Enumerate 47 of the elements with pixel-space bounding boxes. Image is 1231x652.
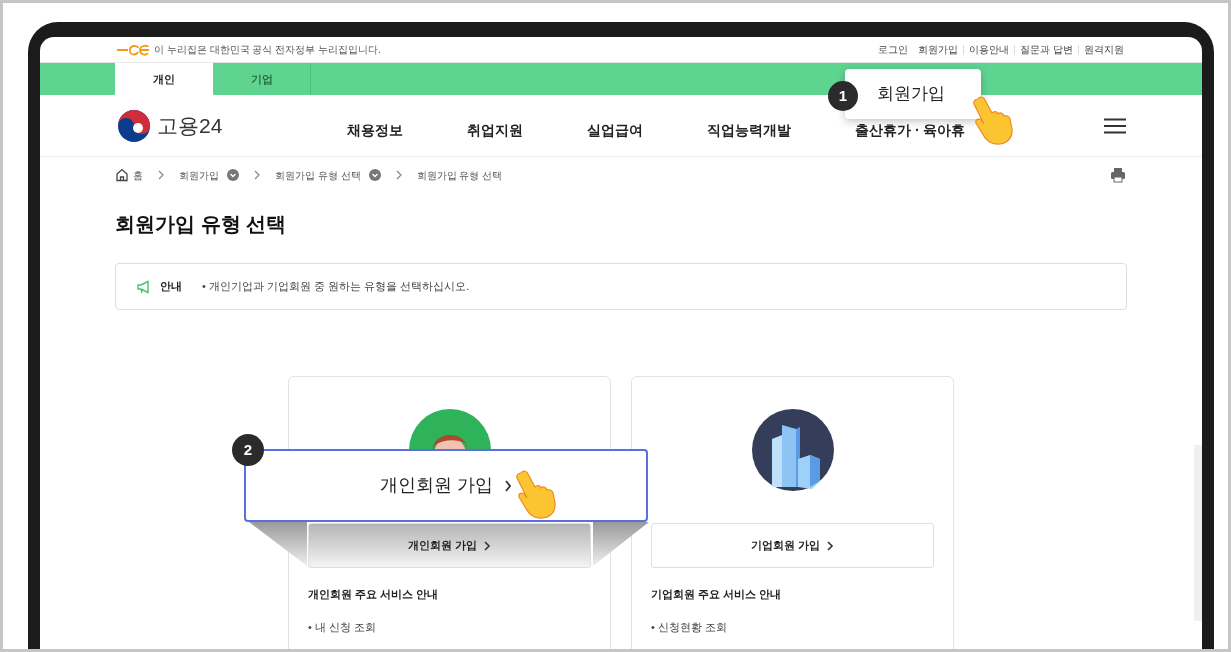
dropdown-icon[interactable] bbox=[368, 169, 381, 181]
pointing-hand-icon bbox=[513, 469, 557, 519]
nav-link[interactable]: 직업능력개발 bbox=[707, 120, 791, 141]
breadcrumb-link[interactable]: 회원가입 bbox=[179, 167, 219, 183]
menu-icon[interactable] bbox=[1104, 117, 1126, 134]
service-item: • 신청현황 조회 bbox=[651, 619, 728, 635]
utility-link[interactable]: 로그인 bbox=[873, 44, 914, 55]
logo-text: 고용24 bbox=[157, 112, 223, 139]
page-title: 회원가입 유형 선택 bbox=[115, 212, 288, 237]
gov-banner-text: 이 누리집은 대한민국 공식 전자정부 누리집입니다. bbox=[154, 43, 381, 57]
callout-text: 회원가입 bbox=[877, 83, 945, 106]
service-item: • 내 신청 조회 bbox=[308, 619, 378, 635]
notice-label: 안내 bbox=[160, 279, 182, 295]
nav-link[interactable]: 출산휴가 · 육아휴 bbox=[855, 120, 966, 141]
service-heading: 기업회원 주요 서비스 안내 bbox=[651, 587, 783, 602]
buildings-icon bbox=[751, 409, 834, 491]
taegeuk-emblem-icon bbox=[117, 108, 151, 143]
spotlight-shadow bbox=[249, 522, 307, 568]
breadcrumb-link[interactable]: 회원가입 유형 선택 bbox=[416, 167, 503, 183]
chevron-right-icon bbox=[157, 170, 165, 180]
scrollbar[interactable] bbox=[1194, 445, 1202, 621]
breadcrumb-link[interactable]: 회원가입 유형 선택 bbox=[275, 167, 361, 183]
audience-tab[interactable]: 개인 bbox=[115, 63, 213, 95]
chevron-right-icon bbox=[394, 170, 403, 180]
printer-icon[interactable] bbox=[1110, 167, 1126, 183]
nav-link[interactable]: 실업급여 bbox=[587, 120, 643, 141]
utility-link[interactable]: 질문과 답변 bbox=[1014, 44, 1078, 55]
utility-link[interactable]: 회원가입 bbox=[913, 44, 964, 55]
breadcrumb-link[interactable]: 홈 bbox=[133, 167, 143, 183]
egov-logo-icon bbox=[116, 43, 150, 56]
nav-link[interactable]: 채용정보 bbox=[347, 120, 403, 141]
dropdown-icon[interactable] bbox=[227, 169, 239, 181]
chevron-right-icon bbox=[253, 170, 261, 180]
callout-text: 개인회원 가입 bbox=[380, 474, 494, 497]
utility-link[interactable]: 원격지원 bbox=[1078, 44, 1129, 55]
signup-button[interactable]: 기업회원 가입 bbox=[651, 523, 934, 568]
spotlight-shadow bbox=[593, 522, 649, 568]
service-heading: 개인회원 주요 서비스 안내 bbox=[308, 587, 440, 602]
chevron-right-icon bbox=[826, 540, 835, 551]
utility-link[interactable]: 이용안내 bbox=[963, 44, 1015, 55]
nav-link[interactable]: 취업지원 bbox=[467, 120, 523, 141]
megaphone-icon bbox=[136, 279, 152, 294]
notice-text: • 개인기업과 기업회원 중 원하는 유형을 선택하십시오. bbox=[202, 279, 470, 295]
chevron-right-icon bbox=[483, 540, 492, 551]
pointing-hand-icon bbox=[970, 95, 1014, 145]
home-icon bbox=[115, 168, 129, 182]
chevron-right-icon bbox=[503, 479, 512, 492]
